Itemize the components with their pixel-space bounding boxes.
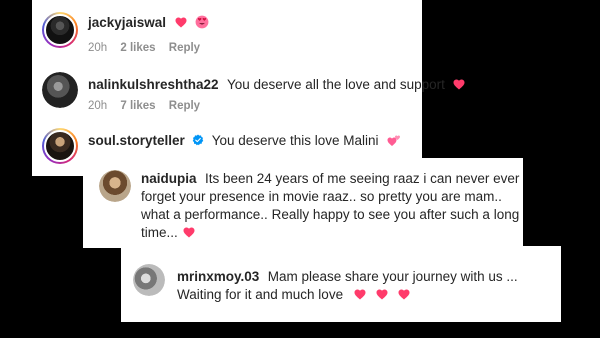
- heart-icon: [376, 289, 388, 300]
- comment-line: mrinxmoy.03 Mam please share your journe…: [177, 268, 518, 286]
- avatar-image: [44, 130, 76, 162]
- avatar-image: [133, 264, 165, 296]
- comment-text: You deserve this love Malini: [211, 133, 379, 148]
- comments-card: jackyjaiswal 20h 2 likes Reply nalinkuls…: [32, 0, 465, 176]
- heart-icon: [175, 17, 187, 28]
- avatar-image: [99, 170, 131, 202]
- avatar[interactable]: [42, 128, 78, 164]
- two-hearts-icon: [387, 134, 401, 147]
- comment-username[interactable]: soul.storyteller: [88, 133, 185, 148]
- comments-card: naidupia Its been 24 years of me seeing …: [83, 158, 523, 248]
- comment-text-line: Mam please share your journey with us ..…: [267, 269, 518, 284]
- comment-line: soul.storyteller You deserve this love M…: [88, 132, 401, 150]
- comment-meta: 20h 7 likes Reply: [88, 100, 200, 112]
- avatar[interactable]: [42, 72, 78, 108]
- comment-likes[interactable]: 7 likes: [120, 100, 155, 112]
- comment-line: jackyjaiswal: [88, 14, 209, 32]
- avatar-image: [42, 72, 78, 108]
- avatar[interactable]: [42, 12, 78, 48]
- comment-text: You deserve all the love and support: [227, 77, 445, 92]
- verified-badge-icon: [192, 134, 204, 146]
- comment-time: 20h: [88, 42, 108, 54]
- comment-line: time...: [141, 224, 195, 242]
- comment-likes[interactable]: 2 likes: [120, 42, 155, 54]
- comment-text-line: time...: [141, 225, 178, 240]
- comment-time: 20h: [88, 100, 108, 112]
- comment-username[interactable]: nalinkulshreshtha22: [88, 77, 219, 92]
- avatar[interactable]: [99, 170, 131, 202]
- heart-icon: [453, 79, 465, 90]
- comment-meta: 20h 2 likes Reply: [88, 42, 200, 54]
- comment-line: nalinkulshreshtha22 You deserve all the …: [88, 76, 465, 94]
- heart-icon: [183, 227, 195, 238]
- comment-line: Waiting for it and much love: [177, 286, 410, 304]
- comment-username[interactable]: mrinxmoy.03: [177, 269, 259, 284]
- heart-icon: [354, 289, 366, 300]
- reply-button[interactable]: Reply: [169, 100, 200, 112]
- comment-username[interactable]: jackyjaiswal: [88, 15, 166, 30]
- comment-text-line: what a performance.. Really happy to see…: [141, 207, 520, 222]
- avatar-image: [44, 14, 76, 46]
- heart-eyes-emoji-icon: [195, 15, 209, 29]
- comment-text-line: Waiting for it and much love: [177, 287, 344, 302]
- comment-text-line: forget your presence in movie raaz.. so …: [141, 189, 502, 204]
- heart-icon: [398, 289, 410, 300]
- comment-username[interactable]: naidupia: [141, 171, 197, 186]
- comments-card: mrinxmoy.03 Mam please share your journe…: [121, 246, 561, 322]
- comment-text-line: Its been 24 years of me seeing raaz i ca…: [204, 171, 520, 186]
- reply-button[interactable]: Reply: [169, 42, 200, 54]
- comment-line: naidupia Its been 24 years of me seeing …: [141, 170, 519, 188]
- avatar[interactable]: [133, 264, 165, 296]
